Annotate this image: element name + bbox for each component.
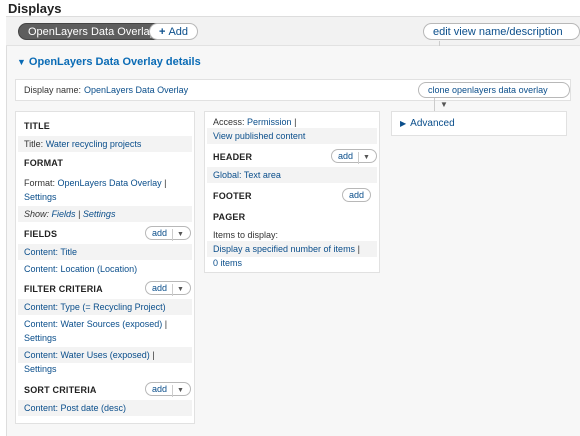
- display-tabs-bar: OpenLayers Data Overlay + Add edit view n…: [6, 16, 580, 58]
- details-heading-text: OpenLayers Data Overlay details: [28, 56, 201, 68]
- edit-view-name-label: edit view name/description: [433, 26, 563, 38]
- pager-type-link[interactable]: Display a specified number of items: [213, 244, 355, 254]
- sort-add-label: add: [152, 384, 168, 394]
- filter-water-uses-separator: |: [152, 350, 155, 360]
- field-item-title[interactable]: Content: Title: [24, 247, 77, 257]
- page-title: Displays: [8, 1, 62, 16]
- format-value-link[interactable]: OpenLayers Data Overlay: [58, 178, 162, 188]
- chevron-down-icon[interactable]: ▼: [434, 98, 448, 112]
- format-separator: |: [164, 178, 167, 188]
- filter-type-link: Content: Type (= Recycling Project): [24, 302, 166, 312]
- format-settings-link[interactable]: Settings: [24, 192, 57, 202]
- filter-water-sources-settings-label: Settings: [24, 333, 57, 343]
- middle-column: Access: Permission | View published cont…: [204, 111, 380, 273]
- display-details-panel: ▼ OpenLayers Data Overlay details Display…: [6, 46, 580, 436]
- advanced-label: Advanced: [410, 118, 455, 129]
- header-text-area-link: Global: Text area: [213, 170, 281, 180]
- header-item-text-area[interactable]: Global: Text area: [213, 170, 281, 180]
- chevron-down-icon[interactable]: ▼: [172, 229, 184, 241]
- sort-post-date-link: Content: Post date (desc): [24, 403, 127, 413]
- clone-display-label: clone openlayers data overlay: [428, 85, 548, 95]
- footer-heading: FOOTER: [213, 191, 252, 201]
- title-label: Title:: [24, 139, 44, 149]
- triangle-down-icon: ▼: [17, 57, 26, 67]
- filter-criteria-heading: FILTER CRITERIA: [24, 284, 103, 294]
- pager-label: Items to display:: [213, 230, 279, 240]
- display-name: Display name: OpenLayers Data Overlay: [24, 85, 188, 95]
- filter-add-button[interactable]: add ▼: [145, 281, 191, 296]
- show-label: Show:: [24, 209, 50, 219]
- show-settings-link[interactable]: Settings: [83, 209, 116, 219]
- filter-item-type[interactable]: Content: Type (= Recycling Project): [24, 302, 166, 312]
- access-view-published-label: View published content: [213, 131, 306, 141]
- format-settings-label: Settings: [24, 192, 57, 202]
- show-fields-link[interactable]: Fields: [52, 209, 76, 219]
- field-item-location[interactable]: Content: Location (Location): [24, 264, 137, 274]
- edit-view-name-button[interactable]: edit view name/description▼: [423, 23, 580, 58]
- fields-add-button[interactable]: add ▼: [145, 226, 191, 241]
- show-separator: |: [78, 209, 81, 219]
- display-name-label: Display name:: [24, 85, 82, 95]
- filter-water-uses-link[interactable]: Content: Water Uses (exposed): [24, 350, 150, 360]
- footer-add-button[interactable]: add: [342, 188, 372, 202]
- access-permission-link[interactable]: Permission: [247, 117, 292, 127]
- advanced-toggle[interactable]: ▶ Advanced: [400, 118, 455, 129]
- pager-heading: PAGER: [213, 212, 246, 222]
- header-add-label: add: [338, 151, 354, 161]
- field-title-link: Content: Title: [24, 247, 78, 257]
- filter-water-uses-settings-link[interactable]: Settings: [24, 364, 57, 374]
- sort-criteria-heading: SORT CRITERIA: [24, 385, 97, 395]
- pager-count-link[interactable]: 0 items: [213, 258, 242, 268]
- format-label: Format:: [24, 178, 56, 188]
- filter-water-sources-settings-link[interactable]: Settings: [24, 333, 57, 343]
- chevron-down-icon[interactable]: ▼: [358, 152, 370, 164]
- triangle-right-icon: ▶: [400, 119, 407, 128]
- show-setting: Show: Fields | Settings: [24, 209, 115, 219]
- filter-add-label: add: [152, 283, 168, 293]
- add-display-button[interactable]: + Add: [149, 23, 199, 40]
- left-column: TITLE Title: Water recycling projects FO…: [15, 111, 195, 424]
- filter-item-water-uses: Content: Water Uses (exposed) |: [24, 350, 155, 360]
- fields-add-label: add: [152, 228, 168, 238]
- display-tab-openlayers[interactable]: OpenLayers Data Overlay: [18, 23, 166, 40]
- filter-water-uses-settings-label: Settings: [24, 364, 57, 374]
- plus-icon: +: [159, 26, 166, 38]
- title-setting: Title: Water recycling projects: [24, 139, 141, 149]
- format-setting: Format: OpenLayers Data Overlay |: [24, 178, 166, 188]
- clone-display-button[interactable]: clone openlayers data overlay ▼: [418, 82, 570, 112]
- pager-separator: |: [357, 244, 360, 254]
- access-label: Access:: [213, 117, 245, 127]
- filter-water-sources-separator: |: [164, 319, 168, 329]
- chevron-down-icon[interactable]: ▼: [172, 385, 184, 397]
- chevron-down-icon[interactable]: ▼: [172, 284, 184, 296]
- access-separator: |: [294, 117, 297, 127]
- display-name-link[interactable]: OpenLayers Data Overlay: [84, 85, 188, 95]
- details-heading[interactable]: ▼ OpenLayers Data Overlay details: [17, 56, 201, 68]
- sort-add-button[interactable]: add ▼: [145, 382, 191, 397]
- sort-item-post-date[interactable]: Content: Post date (desc): [24, 403, 126, 413]
- title-value-link[interactable]: Water recycling projects: [46, 139, 142, 149]
- filter-water-sources-link[interactable]: Content: Water Sources (exposed): [24, 319, 162, 329]
- footer-add-label: add: [349, 190, 365, 200]
- fields-heading: FIELDS: [24, 229, 58, 239]
- title-heading: TITLE: [24, 121, 50, 131]
- header-heading: HEADER: [213, 152, 253, 162]
- add-display-label: Add: [168, 26, 189, 38]
- pager-count-label: 0 items: [213, 258, 243, 268]
- display-name-row: Display name: OpenLayers Data Overlay clo…: [15, 79, 571, 112]
- header-add-button[interactable]: add ▼: [331, 149, 377, 164]
- access-setting: Access: Permission |: [213, 117, 296, 127]
- access-view-published-link[interactable]: View published content: [213, 131, 305, 141]
- pager-setting: Display a specified number of items |: [213, 244, 360, 254]
- format-heading: FORMAT: [24, 158, 64, 168]
- field-location-link: Content: Location (Location): [24, 264, 138, 274]
- advanced-column: ▶ Advanced: [391, 111, 567, 136]
- filter-item-water-sources: Content: Water Sources (exposed) |: [24, 319, 167, 329]
